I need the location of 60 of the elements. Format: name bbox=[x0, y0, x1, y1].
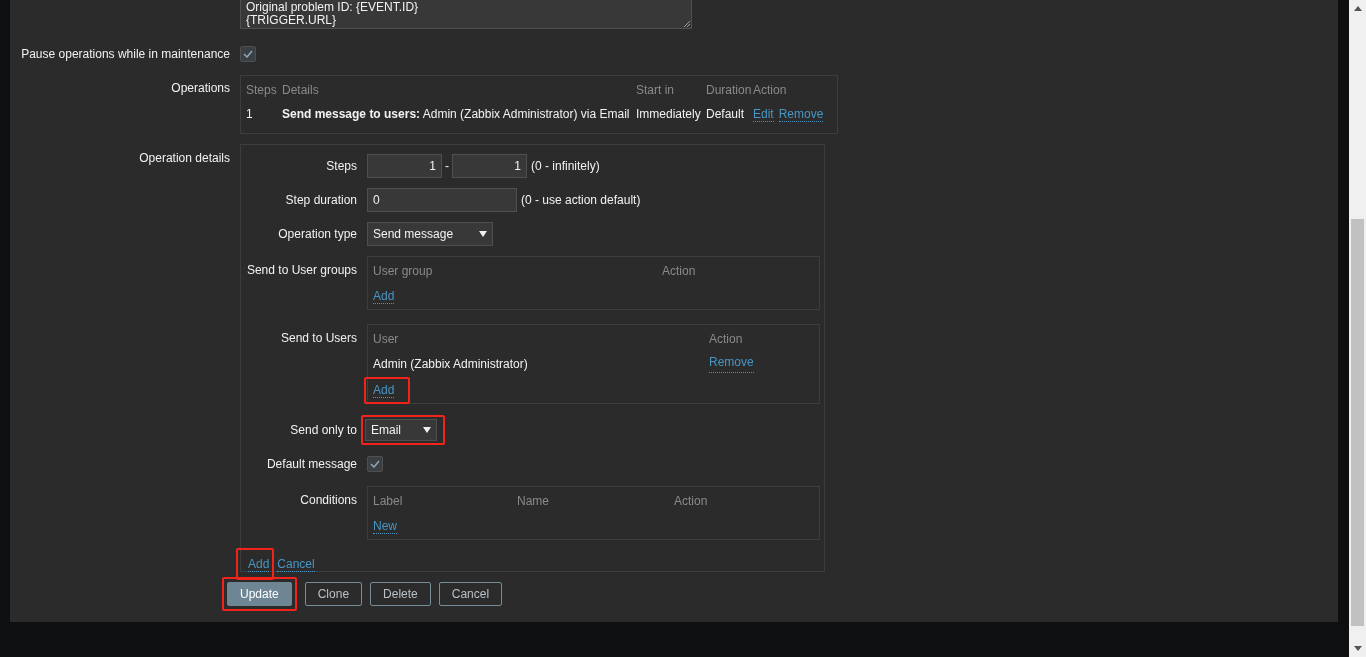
field-label: Operation type bbox=[278, 227, 357, 241]
message-field[interactable]: Original problem ID: {EVENT.ID} {TRIGGER.URL} bbox=[240, 0, 692, 29]
field-label: Operations bbox=[171, 81, 230, 95]
column-header: User group bbox=[373, 263, 434, 280]
column-header: Action bbox=[709, 331, 743, 348]
table-cell-text: Immediately bbox=[636, 106, 702, 123]
checkbox[interactable] bbox=[367, 456, 383, 472]
form-button[interactable]: Delete bbox=[370, 582, 431, 606]
step-to-field[interactable]: 1 bbox=[452, 154, 527, 178]
table-cell-text: Admin (Zabbix Administrator) bbox=[373, 356, 529, 373]
column-header: Action bbox=[662, 263, 696, 280]
column-header: User bbox=[373, 331, 400, 348]
add-link[interactable]: Add bbox=[248, 557, 270, 572]
operation-type-select[interactable]: Send message bbox=[367, 222, 493, 246]
form-button[interactable]: Clone bbox=[304, 582, 363, 606]
column-header: Steps bbox=[246, 82, 278, 99]
hint-text: (0 - use action default) bbox=[521, 192, 641, 209]
column-header: Duration bbox=[706, 82, 753, 99]
check-icon bbox=[243, 50, 253, 58]
hint-text: (0 - infinitely) bbox=[531, 158, 600, 175]
send-only-to-select[interactable]: Email bbox=[365, 419, 437, 441]
column-header: Action bbox=[674, 493, 708, 510]
column-header: Action bbox=[753, 82, 787, 99]
checkbox[interactable] bbox=[240, 46, 256, 62]
form-button[interactable]: Update bbox=[227, 582, 292, 606]
remove-link[interactable]: Remove bbox=[709, 355, 754, 373]
column-header: Name bbox=[517, 493, 550, 510]
link[interactable]: Remove bbox=[778, 106, 824, 122]
field-label: Step duration bbox=[285, 193, 357, 207]
caret-icon bbox=[423, 427, 431, 433]
new-link[interactable]: New bbox=[373, 519, 397, 534]
link[interactable]: Edit bbox=[753, 106, 774, 122]
field-label: Default message bbox=[266, 457, 357, 471]
table-cell-text: 1 bbox=[246, 106, 254, 123]
column-header: Start in bbox=[636, 82, 675, 99]
resize-handle-icon[interactable] bbox=[683, 20, 690, 27]
step-from-field[interactable]: 1 bbox=[367, 154, 442, 178]
cancel-link[interactable]: Cancel bbox=[277, 557, 315, 572]
scrollbar[interactable] bbox=[1349, 0, 1366, 657]
field-label: Send to User groups bbox=[246, 263, 357, 277]
table-cell-text: Send message to users: Admin (Zabbix Administrator) via Email bbox=[282, 106, 631, 123]
column-header: Details bbox=[282, 82, 320, 99]
field-label: Pause operations while in maintenance bbox=[21, 47, 230, 61]
form-button[interactable]: Cancel bbox=[438, 582, 503, 606]
check-icon bbox=[370, 460, 380, 468]
add-link[interactable]: Add bbox=[373, 383, 395, 398]
caret-icon bbox=[479, 231, 487, 237]
field-label: Operation details bbox=[139, 151, 230, 165]
step-duration-field[interactable]: 0 bbox=[367, 188, 517, 212]
field-label: Conditions bbox=[300, 493, 357, 507]
scrollbar-thumb[interactable] bbox=[1351, 219, 1364, 626]
add-link[interactable]: Add bbox=[373, 289, 395, 304]
scroll-up-icon[interactable] bbox=[1353, 6, 1362, 11]
field-label: Send to Users bbox=[280, 331, 357, 345]
column-header: Label bbox=[373, 493, 404, 510]
field-label: Send only to bbox=[290, 423, 357, 437]
table-cell-text: Default bbox=[706, 106, 746, 123]
range-separator: - bbox=[444, 158, 450, 175]
field-label: Steps bbox=[326, 159, 357, 173]
scroll-down-icon[interactable] bbox=[1353, 646, 1362, 651]
